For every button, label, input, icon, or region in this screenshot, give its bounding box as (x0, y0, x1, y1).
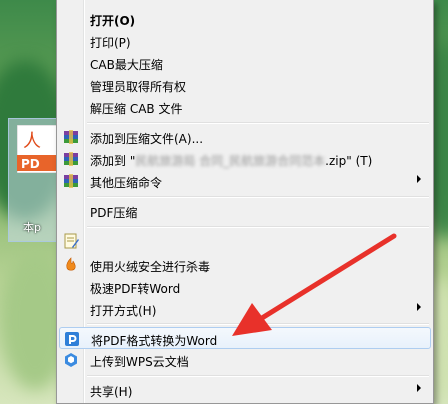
huorong-icon (66, 257, 76, 271)
winrar-icon (64, 130, 78, 144)
menu-item-pdf-compress[interactable]: PDF压缩 (59, 200, 431, 222)
menu-item-notepad[interactable] (59, 230, 431, 252)
menu-item-cab-max[interactable]: CAB最大压缩 (59, 52, 431, 74)
submenu-arrow-icon (417, 303, 421, 311)
wps-cloud-icon (65, 353, 77, 367)
menu-item-share[interactable]: 共享(H) (59, 379, 431, 401)
menu-item-label: 解压缩 CAB 文件 (90, 102, 183, 116)
menu-item-label: 打开方式(H) (90, 304, 157, 318)
menu-item-label: 添加到压缩文件(A)... (90, 132, 204, 146)
menu-item-admin-own[interactable]: 管理员取得所有权 (59, 74, 431, 96)
menu-item-convert-pdf-word[interactable]: 将PDF格式转换为Word (59, 327, 431, 349)
menu-item-open[interactable]: 打开(O) (59, 8, 431, 30)
add-to-prefix: 添加到 " (90, 154, 136, 168)
pdf-file-icon: 人 PD (17, 125, 57, 173)
menu-separator (87, 226, 429, 228)
svg-text:人: 人 (23, 131, 41, 152)
menu-item-huorong-scan[interactable]: 使用火绒安全进行杀毒 (59, 254, 431, 276)
menu-separator (87, 196, 429, 198)
winrar-icon (64, 152, 78, 166)
menu-separator (87, 323, 429, 325)
menu-item-label: PDF压缩 (90, 206, 138, 220)
menu-item-label: 管理员取得所有权 (90, 80, 187, 94)
menu-item-label: 极速PDF转Word (90, 282, 181, 296)
menu-item-add-to-zip[interactable]: 添加到 "民航旅游局 合同_民航旅游合同范本.zip" (T) (59, 148, 431, 170)
menu-item-label: 共享(H) (90, 385, 133, 399)
menu-item-label: 其他压缩命令 (90, 176, 163, 190)
menu-item-upload-wps[interactable]: 上传到WPS云文档 (59, 349, 431, 371)
menu-item-label: 添加到 "民航旅游局 合同_民航旅游合同范本.zip" (T) (90, 152, 372, 169)
menu-item-fast-pdf-word[interactable]: 极速PDF转Word (59, 276, 431, 298)
menu-item-label: 打印(P) (90, 36, 131, 50)
add-to-suffix: .zip" (T) (325, 154, 373, 168)
wps-pdf-icon (65, 332, 79, 346)
desktop-file-caption: 本p (23, 221, 41, 234)
menu-item-label: 打开(O) (90, 14, 136, 28)
context-menu: 打开(O) 打印(P) CAB最大压缩 管理员取得所有权 解压缩 CAB 文件 … (56, 0, 434, 404)
blurred-filename: 民航旅游局 合同_民航旅游合同范本 (135, 154, 326, 168)
submenu-arrow-icon (417, 175, 421, 183)
notepad-icon (64, 233, 79, 249)
menu-item-label: 将PDF格式转换为Word (91, 334, 218, 348)
submenu-arrow-icon (417, 384, 421, 392)
menu-item-other-compress[interactable]: 其他压缩命令 (59, 170, 431, 192)
menu-separator (87, 122, 429, 124)
menu-item-extract-cab[interactable]: 解压缩 CAB 文件 (59, 96, 431, 118)
menu-item-label: 上传到WPS云文档 (90, 355, 189, 369)
menu-item-label: 使用火绒安全进行杀毒 (90, 260, 211, 274)
menu-item-open-with[interactable]: 打开方式(H) (59, 298, 431, 320)
svg-text:PD: PD (21, 157, 40, 171)
menu-item-print[interactable]: 打印(P) (59, 30, 431, 52)
winrar-icon (64, 174, 78, 188)
menu-item-label: CAB最大压缩 (90, 58, 163, 72)
menu-separator (87, 375, 429, 377)
menu-item-add-archive[interactable]: 添加到压缩文件(A)... (59, 126, 431, 148)
